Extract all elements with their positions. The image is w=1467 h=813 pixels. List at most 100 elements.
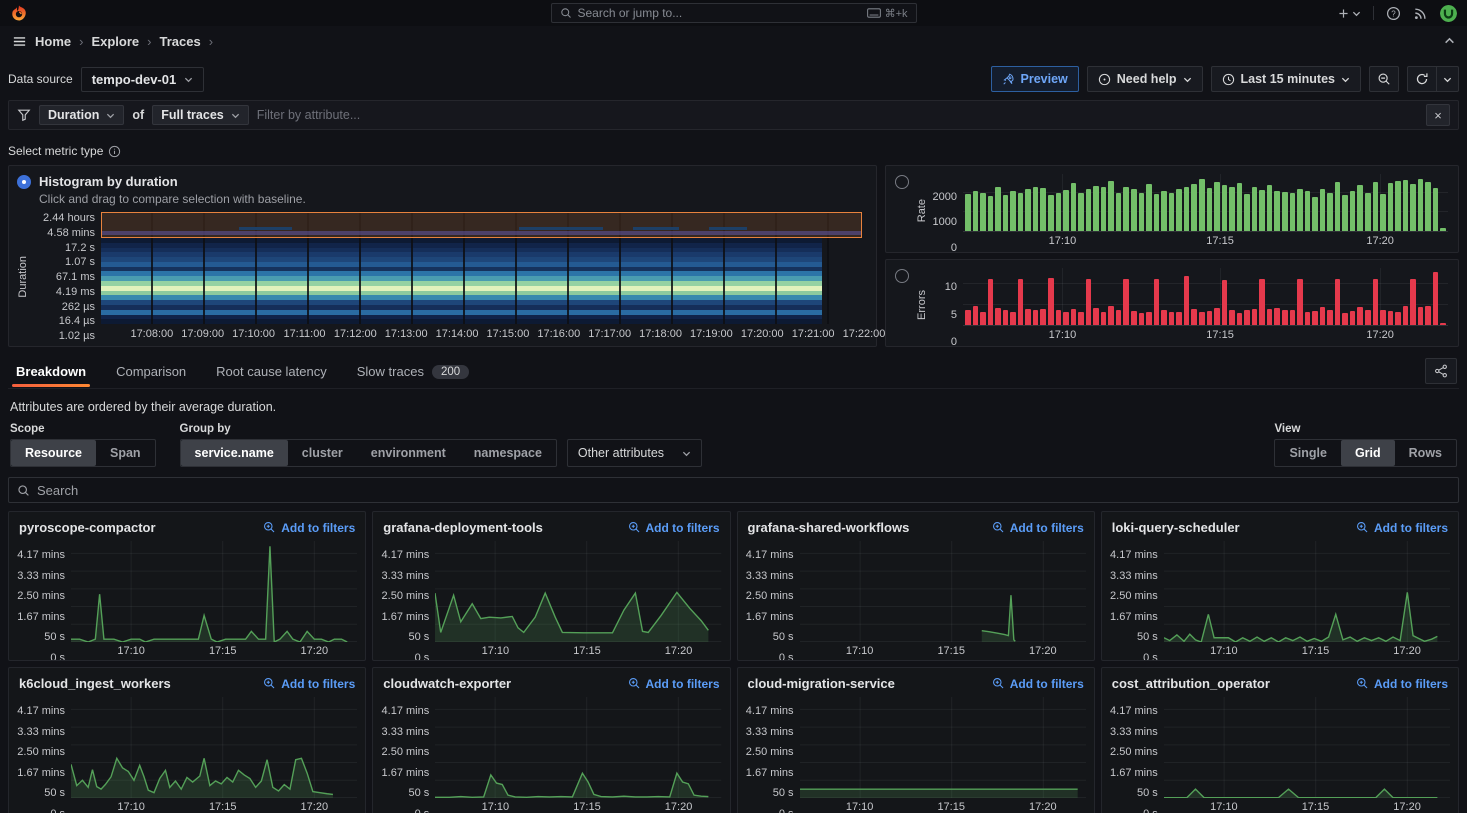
mini-chart-plot[interactable] xyxy=(800,541,1086,642)
grafana-logo[interactable] xyxy=(10,4,28,22)
bar-chart-plot[interactable] xyxy=(963,174,1448,232)
add-to-filters-label: Add to filters xyxy=(1010,677,1084,691)
mini-chart-plot[interactable] xyxy=(435,697,721,798)
groupby-option-environment[interactable]: environment xyxy=(357,440,460,466)
search-plus-icon xyxy=(263,677,276,690)
heatmap-x-tick: 17:20:00 xyxy=(741,328,784,340)
mini-chart-x-tick: 17:15 xyxy=(209,801,237,813)
tab-comparison[interactable]: Comparison xyxy=(110,357,192,388)
errors-chart[interactable]: Errors051017:1017:1517:20 xyxy=(916,268,1448,342)
rate-bar xyxy=(1139,193,1145,231)
add-to-filters-button[interactable]: Add to filters xyxy=(628,677,720,691)
global-search-input[interactable] xyxy=(578,6,861,20)
mini-chart-y-tick: 2.50 mins xyxy=(382,590,430,602)
zoom-out-button[interactable] xyxy=(1369,66,1399,92)
view-option-grid[interactable]: Grid xyxy=(1341,440,1395,466)
need-help-button[interactable]: Need help xyxy=(1087,66,1203,92)
mini-chart-y-tick: 4.17 mins xyxy=(746,705,794,717)
add-to-filters-label: Add to filters xyxy=(281,677,355,691)
heatmap-plot[interactable] xyxy=(101,212,864,324)
collapse-header-button[interactable] xyxy=(1444,37,1455,45)
scope-option-span[interactable]: Span xyxy=(96,440,155,466)
rate-bar xyxy=(1350,191,1356,231)
bar-chart-y-tick: 2000 xyxy=(933,191,957,203)
groupby-option-cluster[interactable]: cluster xyxy=(288,440,357,466)
refresh-interval-button[interactable] xyxy=(1437,66,1459,92)
tab-breakdown[interactable]: Breakdown xyxy=(10,357,92,388)
groupby-option-service-name[interactable]: service.name xyxy=(181,440,288,466)
bar-chart-plot[interactable] xyxy=(963,268,1448,326)
add-to-filters-label: Add to filters xyxy=(1010,521,1084,535)
time-range-picker[interactable]: Last 15 minutes xyxy=(1211,66,1361,92)
scope-option-resource[interactable]: Resource xyxy=(11,440,96,466)
errors-bar xyxy=(1131,311,1137,325)
add-to-filters-button[interactable]: Add to filters xyxy=(263,677,355,691)
rate-bar xyxy=(1071,183,1077,231)
mini-chart-y-tick: 2.50 mins xyxy=(17,746,65,758)
datasource-select[interactable]: tempo-dev-01 xyxy=(81,67,205,92)
add-to-filters-button[interactable]: Add to filters xyxy=(263,521,355,535)
groupby-option-namespace[interactable]: namespace xyxy=(460,440,556,466)
mini-chart-plot[interactable] xyxy=(71,697,357,798)
errors-radio[interactable] xyxy=(895,269,909,283)
errors-bar xyxy=(1207,311,1213,325)
mini-chart-x-ticks: 17:1017:1517:20 xyxy=(800,642,1086,658)
tab-root-cause-latency[interactable]: Root cause latency xyxy=(210,357,333,388)
rate-bar xyxy=(1440,228,1446,231)
heatmap-x-tick: 17:18:00 xyxy=(639,328,682,340)
hamburger-icon xyxy=(12,34,27,49)
mini-chart-plot[interactable] xyxy=(1164,541,1450,642)
heatmap-x-tick: 17:13:00 xyxy=(385,328,428,340)
heatmap-y-tick: 16.4 µs xyxy=(31,315,95,327)
breadcrumb-traces[interactable]: Traces xyxy=(160,34,201,49)
duration-heatmap[interactable]: Duration 2.44 hours4.58 mins17.2 s1.07 s… xyxy=(17,212,864,342)
add-to-filters-button[interactable]: Add to filters xyxy=(992,521,1084,535)
heatmap-x-ticks: 17:08:0017:09:0017:10:0017:11:0017:12:00… xyxy=(101,324,864,342)
add-button[interactable] xyxy=(1337,7,1361,20)
rate-bar xyxy=(1146,184,1152,231)
view-option-single[interactable]: Single xyxy=(1275,440,1341,466)
mini-chart-plot[interactable] xyxy=(800,697,1086,798)
mini-chart-y-ticks: 4.17 mins3.33 mins2.50 mins1.67 mins50 s… xyxy=(742,541,800,658)
service-panel-title: k6cloud_ingest_workers xyxy=(19,676,171,691)
errors-bar xyxy=(1282,310,1288,325)
mini-chart-plot[interactable] xyxy=(1164,697,1450,798)
rate-radio[interactable] xyxy=(895,175,909,189)
clear-filters-button[interactable]: × xyxy=(1426,104,1450,126)
attribute-filter-input[interactable] xyxy=(257,108,1418,122)
rate-bar xyxy=(1403,180,1409,231)
help-button[interactable]: ? xyxy=(1386,6,1401,21)
global-search[interactable]: ⌘+k xyxy=(551,3,917,23)
view-option-rows[interactable]: Rows xyxy=(1395,440,1456,466)
add-to-filters-button[interactable]: Add to filters xyxy=(1356,677,1448,691)
info-circle-icon[interactable] xyxy=(108,145,121,158)
breakdown-search[interactable] xyxy=(8,477,1459,503)
share-button[interactable] xyxy=(1425,358,1457,384)
other-attributes-select[interactable]: Other attributes xyxy=(567,439,702,467)
duration-filter-select[interactable]: Duration xyxy=(39,105,124,125)
mini-chart-plot[interactable] xyxy=(71,541,357,642)
add-to-filters-button[interactable]: Add to filters xyxy=(1356,521,1448,535)
rate-bar xyxy=(995,187,1001,231)
trace-type-select[interactable]: Full traces xyxy=(152,105,249,125)
mini-chart-plot[interactable] xyxy=(435,541,721,642)
refresh-button[interactable] xyxy=(1407,66,1437,92)
user-avatar[interactable] xyxy=(1440,5,1457,22)
breadcrumb-home[interactable]: Home xyxy=(35,34,71,49)
rate-bar xyxy=(965,194,971,231)
preview-button[interactable]: Preview xyxy=(991,66,1079,92)
tab-slow-traces[interactable]: Slow traces 200 xyxy=(351,357,475,388)
add-to-filters-button[interactable]: Add to filters xyxy=(992,677,1084,691)
mega-menu-toggle[interactable] xyxy=(12,34,27,49)
heatmap-sparse-cell xyxy=(519,227,602,230)
bar-chart-x-ticks: 17:1017:1517:20 xyxy=(963,232,1448,248)
histogram-radio[interactable] xyxy=(17,175,31,189)
heatmap-selection[interactable] xyxy=(101,212,862,238)
breakdown-search-input[interactable] xyxy=(37,483,1450,498)
news-button[interactable] xyxy=(1413,6,1428,21)
breadcrumb-explore[interactable]: Explore xyxy=(91,34,139,49)
add-to-filters-button[interactable]: Add to filters xyxy=(628,521,720,535)
chevron-down-icon xyxy=(1443,76,1452,83)
errors-bar xyxy=(1237,313,1243,325)
rate-chart[interactable]: Rate01000200017:1017:1517:20 xyxy=(916,174,1448,248)
